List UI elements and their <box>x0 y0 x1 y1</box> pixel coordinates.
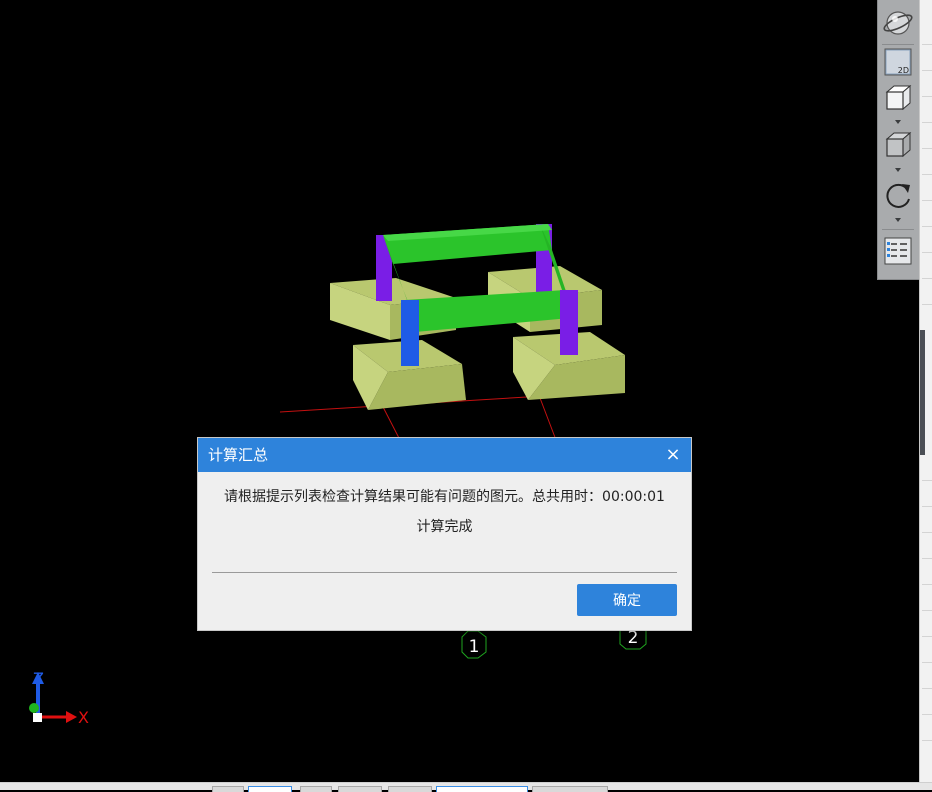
rotate-dropdown-icon[interactable] <box>895 218 901 222</box>
status-bar-button-2[interactable] <box>248 786 292 792</box>
model-scene[interactable]: 1 2 Z X <box>0 0 919 782</box>
solid-cube-dropdown-icon[interactable] <box>895 168 901 172</box>
wireframe-cube-dropdown-icon[interactable] <box>895 120 901 124</box>
status-bar <box>0 782 932 792</box>
status-bar-button-4[interactable] <box>338 786 382 792</box>
ok-button[interactable]: 确定 <box>577 584 677 616</box>
rotate-icon[interactable] <box>883 180 913 210</box>
dialog-status: 计算完成 <box>416 519 473 535</box>
wireframe-cube-icon[interactable] <box>883 83 913 113</box>
status-bar-button-1[interactable] <box>212 786 244 792</box>
grid-line-left <box>381 404 401 441</box>
view-2d-icon[interactable]: 2D <box>883 47 913 77</box>
toolbar-separator <box>882 44 914 45</box>
display-settings-icon[interactable] <box>883 236 913 266</box>
column-front-left[interactable] <box>401 300 419 366</box>
panel-collapse-handle[interactable] <box>920 330 925 455</box>
dialog-title: 计算汇总 <box>208 446 269 464</box>
dialog-message: 请根据提示列表检查计算结果可能有问题的图元。总共用时：00:00:01 <box>224 489 665 505</box>
column-front-right[interactable] <box>560 290 578 355</box>
axis-x-label: X <box>78 708 89 727</box>
close-icon[interactable]: × <box>663 438 683 472</box>
grid-line-right <box>539 397 557 441</box>
status-bar-button-3[interactable] <box>300 786 332 792</box>
solid-cube-icon[interactable] <box>883 130 913 160</box>
axis-bubble-1-label: 1 <box>469 637 480 657</box>
dialog-divider <box>212 572 677 573</box>
axis-indicator: Z X <box>29 669 89 727</box>
axis-bubble-1[interactable]: 1 <box>461 630 487 659</box>
axis-z-label: Z <box>33 669 44 688</box>
3d-viewport[interactable]: 1 2 Z X 2D 计算汇总 × 请根据提示列表检查计算结果可能有问题的图元。… <box>0 0 919 782</box>
property-panel-edge <box>919 0 932 782</box>
dialog-header[interactable]: 计算汇总 × <box>198 438 691 472</box>
orbit-sphere-icon[interactable] <box>883 8 913 38</box>
calculation-summary-dialog: 计算汇总 × 请根据提示列表检查计算结果可能有问题的图元。总共用时：00:00:… <box>197 437 692 631</box>
axis-bubble-2-label: 2 <box>628 628 639 648</box>
status-bar-button-5[interactable] <box>388 786 432 792</box>
status-bar-button-7[interactable] <box>532 786 608 792</box>
status-bar-button-6[interactable] <box>436 786 528 792</box>
view-2d-label: 2D <box>898 66 909 75</box>
toolbar-separator <box>882 229 914 230</box>
view-toolbar: 2D <box>877 0 919 280</box>
